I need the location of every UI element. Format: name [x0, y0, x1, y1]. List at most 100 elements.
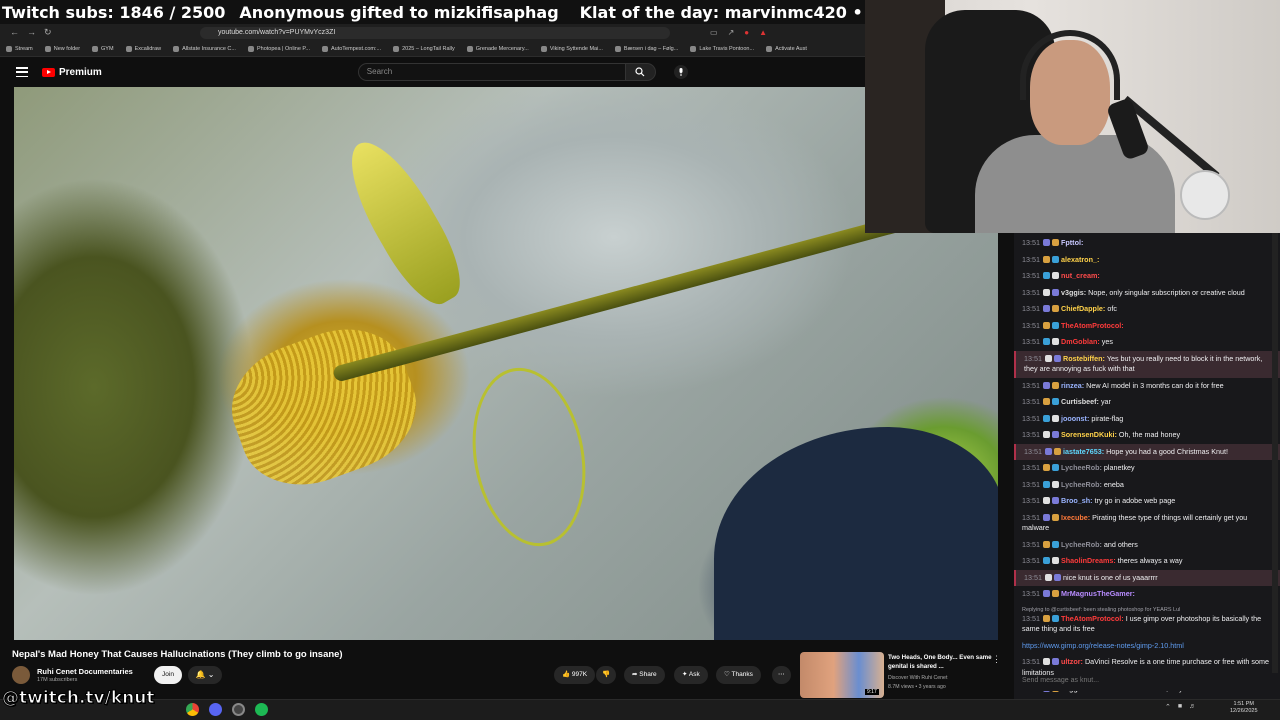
- bookmark-item[interactable]: Allstate Insurance C...: [173, 45, 236, 52]
- network-icon[interactable]: ■: [1178, 703, 1182, 711]
- bookmark-item[interactable]: Excalidraw: [125, 45, 161, 52]
- chat-badge-icon[interactable]: [1043, 431, 1050, 438]
- join-button[interactable]: Join: [154, 666, 182, 684]
- chat-username[interactable]: DmGoblan:: [1061, 337, 1100, 346]
- chevron-up-icon[interactable]: ⌃: [1165, 703, 1171, 711]
- chat-username[interactable]: iastate7653:: [1063, 447, 1104, 456]
- chat-username[interactable]: Broo_sh:: [1061, 496, 1093, 505]
- chat-badge-icon[interactable]: [1052, 590, 1059, 597]
- chat-badge-icon[interactable]: [1052, 557, 1059, 564]
- chat-badge-icon[interactable]: [1052, 431, 1059, 438]
- chat-badge-icon[interactable]: [1043, 381, 1050, 389]
- chat-badge-icon[interactable]: [1052, 414, 1059, 422]
- search-input[interactable]: Search: [357, 63, 626, 81]
- chat-username[interactable]: Ixecube:: [1061, 513, 1090, 522]
- chat-scrollbar[interactable]: [1272, 233, 1278, 673]
- ask-button[interactable]: ✦ Ask: [674, 666, 708, 684]
- bookmark-item[interactable]: GYM: [92, 45, 114, 52]
- bookmark-item[interactable]: Activate Aust: [766, 45, 807, 52]
- forward-icon[interactable]: →: [27, 27, 36, 38]
- chat-badge-icon[interactable]: [1052, 497, 1059, 504]
- chat-username[interactable]: jooonst:: [1061, 414, 1089, 423]
- chat-badge-icon[interactable]: [1052, 239, 1059, 246]
- obs-icon[interactable]: [232, 703, 245, 716]
- volume-icon[interactable]: ♬: [1189, 703, 1196, 711]
- chat-username[interactable]: LycheeRob:: [1061, 463, 1102, 472]
- back-icon[interactable]: ←: [10, 27, 19, 38]
- bookmark-item[interactable]: Grenade Mercenary...: [466, 45, 529, 52]
- chat-badge-icon[interactable]: [1043, 480, 1050, 488]
- chat-username[interactable]: alexatron_:: [1061, 255, 1099, 264]
- chat-badge-icon[interactable]: [1045, 447, 1052, 455]
- like-button[interactable]: 👍 997K: [554, 666, 596, 684]
- more-vertical-icon[interactable]: ⋮: [992, 654, 1001, 665]
- bookmark-item[interactable]: AutoTempest.com:...: [321, 45, 381, 52]
- menu-icon[interactable]: [16, 67, 28, 77]
- search-button[interactable]: [625, 63, 656, 81]
- chat-badge-icon[interactable]: [1052, 658, 1059, 665]
- chat-badge-icon[interactable]: [1052, 540, 1059, 548]
- chat-badge-icon[interactable]: [1045, 354, 1052, 362]
- chat-badge-icon[interactable]: [1043, 272, 1050, 279]
- chat-badge-icon[interactable]: [1043, 338, 1050, 345]
- video-player[interactable]: [14, 87, 998, 640]
- channel-name[interactable]: Ruhi Cenet Documentaries: [37, 667, 133, 676]
- address-bar[interactable]: youtube.com/watch?v=PUYMvYcz3ZI: [200, 26, 670, 39]
- bookmark-item[interactable]: Photopea | Online P...: [247, 45, 310, 52]
- bookmark-item[interactable]: Stream: [6, 45, 33, 52]
- chat-badge-icon[interactable]: [1054, 573, 1061, 581]
- chat-badge-icon[interactable]: [1043, 557, 1050, 564]
- share-button[interactable]: ➦ Share: [624, 666, 665, 684]
- chat-username[interactable]: SorensenDKuki:: [1061, 430, 1117, 439]
- chat-badge-icon[interactable]: [1043, 590, 1050, 597]
- chat-badge-icon[interactable]: [1054, 354, 1061, 362]
- chat-badge-icon[interactable]: [1043, 464, 1050, 471]
- chat-badge-icon[interactable]: [1052, 464, 1059, 471]
- more-actions-button[interactable]: ⋯: [772, 666, 791, 684]
- chat-username[interactable]: TheAtomProtocol:: [1061, 321, 1124, 330]
- bookmark-item[interactable]: New folder: [44, 45, 80, 52]
- chat-badge-icon[interactable]: [1043, 321, 1050, 329]
- chat-badge-icon[interactable]: [1043, 658, 1050, 665]
- recommended-title[interactable]: Two Heads, One Body... Even same genital…: [888, 654, 993, 671]
- spotify-icon[interactable]: [255, 703, 268, 716]
- chat-badge-icon[interactable]: [1045, 573, 1052, 581]
- thanks-button[interactable]: ♡ Thanks: [716, 666, 761, 684]
- chat-badge-icon[interactable]: [1054, 447, 1061, 455]
- chat-badge-icon[interactable]: [1052, 288, 1059, 296]
- share-icon[interactable]: ↗: [728, 28, 735, 37]
- recommended-channel[interactable]: Discover With Ruhi Cenet: [888, 675, 947, 681]
- chat-username[interactable]: LycheeRob:: [1061, 480, 1102, 489]
- chat-badge-icon[interactable]: [1043, 305, 1050, 312]
- chat-username[interactable]: Fpttol:: [1061, 238, 1083, 247]
- chat-link[interactable]: https://www.gimp.org/release-notes/gimp-…: [1022, 641, 1184, 650]
- chat-badge-icon[interactable]: [1043, 614, 1050, 622]
- extension-icon[interactable]: ●: [744, 28, 749, 37]
- channel-avatar[interactable]: [12, 666, 30, 684]
- chat-badge-icon[interactable]: [1052, 480, 1059, 488]
- chat-username[interactable]: MrMagnusTheGamer:: [1061, 589, 1135, 598]
- chat-badge-icon[interactable]: [1043, 239, 1050, 246]
- chat-badge-icon[interactable]: [1043, 513, 1050, 521]
- chat-badge-icon[interactable]: [1043, 414, 1050, 422]
- dislike-button[interactable]: 👎: [596, 666, 617, 684]
- chat-username[interactable]: ShaolinDreams:: [1061, 556, 1116, 565]
- system-clock[interactable]: 1:51 PM 12/26/2025: [1230, 701, 1258, 715]
- chat-badge-icon[interactable]: [1052, 381, 1059, 389]
- youtube-logo[interactable]: Premium: [42, 67, 102, 78]
- chat-username[interactable]: rinzea:: [1061, 381, 1084, 390]
- chrome-icon[interactable]: [186, 703, 199, 716]
- voice-search-button[interactable]: [673, 65, 688, 79]
- bookmark-item[interactable]: Bærsen i dag – Følg...: [614, 45, 678, 52]
- chat-badge-icon[interactable]: [1052, 305, 1059, 312]
- bookmark-item[interactable]: 2025 – LongTail Rally: [393, 45, 455, 52]
- chat-username[interactable]: ultzor:: [1061, 657, 1083, 666]
- cast-icon[interactable]: ▭: [710, 28, 718, 37]
- chat-badge-icon[interactable]: [1052, 272, 1059, 279]
- chat-badge-icon[interactable]: [1043, 540, 1050, 548]
- chat-username[interactable]: ChiefDapple:: [1061, 304, 1105, 313]
- chat-badge-icon[interactable]: [1052, 398, 1059, 405]
- chat-username[interactable]: Curtisbeef:: [1061, 397, 1099, 406]
- chat-input[interactable]: Send message as knut...: [1014, 677, 1280, 691]
- chat-badge-icon[interactable]: [1043, 497, 1050, 504]
